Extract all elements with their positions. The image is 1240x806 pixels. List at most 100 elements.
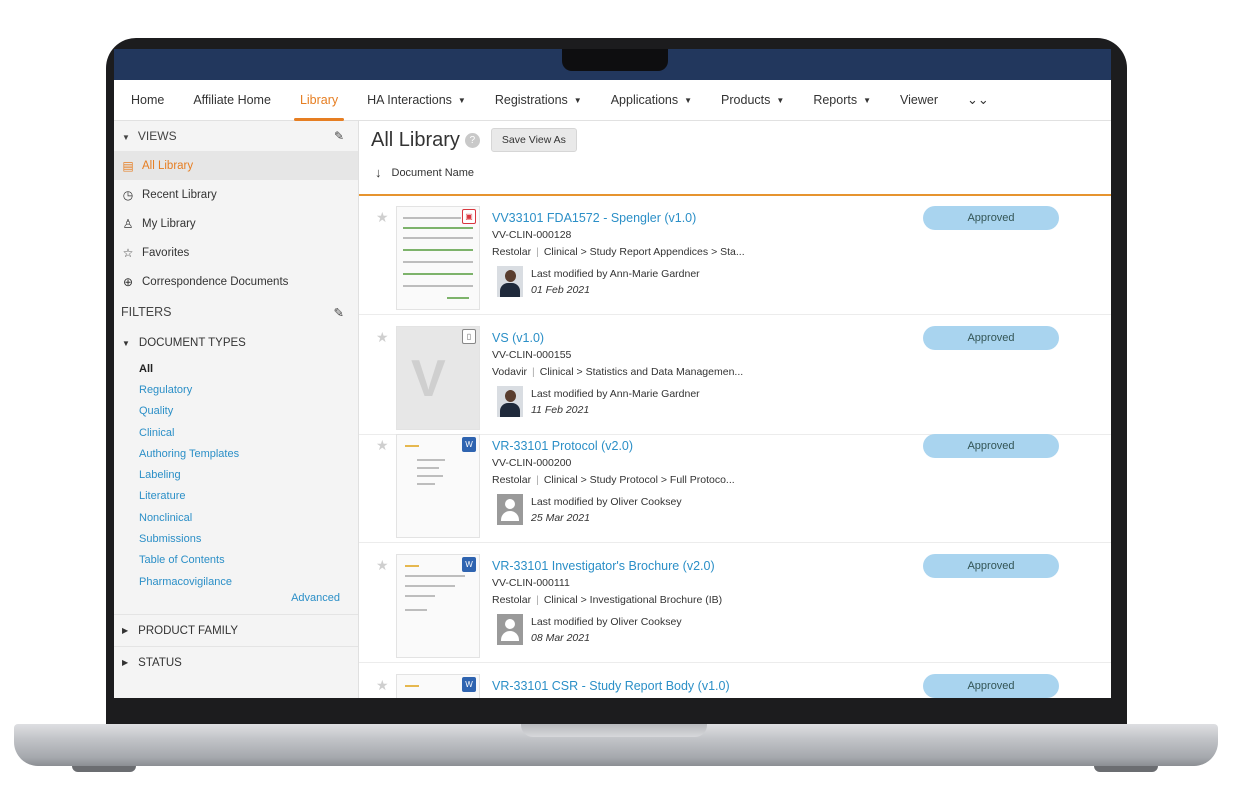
- nav-reports[interactable]: Reports ▼: [813, 80, 871, 121]
- status-badge: Approved: [923, 326, 1059, 350]
- caret-down-icon: ▼: [457, 95, 466, 105]
- document-title[interactable]: VV33101 FDA1572 - Spengler (v1.0): [492, 211, 696, 225]
- word-file-icon: W: [462, 677, 476, 692]
- filter-quality[interactable]: Quality: [114, 401, 358, 422]
- favorite-star-icon[interactable]: ★: [376, 329, 389, 346]
- document-icon: ▤: [122, 158, 134, 173]
- document-types-header[interactable]: ▼ DOCUMENT TYPES: [114, 328, 358, 358]
- document-path: Restolar | Clinical > Study Protocol > Ful…: [492, 474, 735, 486]
- modified-date: 11 Feb 2021: [531, 404, 590, 416]
- library-main: All Library ? Save View As ↓ Document Na…: [359, 121, 1111, 698]
- nav-ha-interactions[interactable]: HA Interactions ▼: [367, 80, 466, 121]
- generic-file-icon: ▯: [462, 329, 476, 344]
- nav-products[interactable]: Products ▼: [721, 80, 784, 121]
- user-icon: ♙: [122, 216, 134, 231]
- vault-logo-icon: V: [411, 350, 446, 408]
- divider: [359, 194, 1111, 196]
- double-chevron-down-icon[interactable]: ⌄⌄: [967, 80, 989, 121]
- pdf-file-icon: ▣: [462, 209, 476, 224]
- clock-icon: ◷: [122, 187, 134, 202]
- view-favorites[interactable]: ☆ Favorites: [114, 238, 358, 267]
- filter-all[interactable]: All: [114, 358, 358, 379]
- modified-by: Last modified by Ann-Marie Gardner: [531, 388, 700, 400]
- document-number: VV-CLIN-000200: [492, 457, 572, 469]
- nav-applications[interactable]: Applications ▼: [611, 80, 692, 121]
- page-header: All Library ? Save View As: [371, 128, 577, 152]
- view-recent-library[interactable]: ◷ Recent Library: [114, 180, 358, 209]
- views-header[interactable]: ▼ VIEWS ✎: [114, 121, 358, 151]
- sort-control[interactable]: ↓ Document Name: [375, 165, 474, 180]
- view-correspondence-documents[interactable]: ⊕ Correspondence Documents: [114, 267, 358, 296]
- search-doc-icon: ⊕: [122, 274, 134, 289]
- document-row[interactable]: ★ ▣ VV33101 FDA1572 - Spengler (v1.0) VV…: [359, 197, 1111, 315]
- document-thumbnail[interactable]: W: [396, 674, 480, 698]
- caret-right-icon: ▶: [122, 626, 129, 636]
- document-thumbnail[interactable]: ▣: [396, 206, 480, 310]
- avatar: [497, 386, 523, 417]
- help-icon[interactable]: ?: [464, 132, 480, 148]
- arrow-down-icon: ↓: [375, 165, 382, 180]
- document-title[interactable]: VR-33101 Protocol (v2.0): [492, 439, 633, 453]
- filter-regulatory[interactable]: Regulatory: [114, 379, 358, 400]
- advanced-link[interactable]: Advanced: [114, 592, 358, 614]
- filter-table-of-contents[interactable]: Table of Contents: [114, 550, 358, 571]
- filters-header: FILTERS ✎: [121, 305, 344, 320]
- pencil-icon[interactable]: ✎: [334, 305, 344, 320]
- favorite-star-icon[interactable]: ★: [376, 437, 389, 454]
- view-my-library[interactable]: ♙ My Library: [114, 209, 358, 238]
- caret-down-icon: ▼: [776, 95, 785, 105]
- nav-viewer[interactable]: Viewer: [900, 80, 938, 121]
- nav-library[interactable]: Library: [293, 80, 345, 121]
- document-thumbnail[interactable]: W: [396, 434, 480, 538]
- document-number: VV-CLIN-000111: [492, 577, 570, 589]
- save-view-as-button[interactable]: Save View As: [490, 128, 577, 152]
- word-file-icon: W: [462, 437, 476, 452]
- document-path: Restolar | Clinical > Investigational Broc…: [492, 594, 723, 606]
- status-badge: Approved: [923, 554, 1059, 578]
- filter-clinical[interactable]: Clinical: [114, 422, 358, 443]
- document-thumbnail[interactable]: W: [396, 554, 480, 658]
- filter-literature[interactable]: Literature: [114, 486, 358, 507]
- filter-authoring-templates[interactable]: Authoring Templates: [114, 443, 358, 464]
- document-number: VV-CLIN-000128: [492, 229, 572, 241]
- modified-by: Last modified by Ann-Marie Gardner: [531, 268, 700, 280]
- word-file-icon: W: [462, 557, 476, 572]
- caret-down-icon: ▼: [684, 95, 693, 105]
- document-title[interactable]: VR-33101 CSR - Study Report Body (v1.0): [492, 679, 730, 693]
- nav-affiliate-home[interactable]: Affiliate Home: [193, 80, 271, 121]
- laptop-foot-right: [1094, 766, 1158, 772]
- filter-nonclinical[interactable]: Nonclinical: [114, 507, 358, 528]
- favorite-star-icon[interactable]: ★: [376, 209, 389, 226]
- nav-registrations[interactable]: Registrations ▼: [495, 80, 582, 121]
- filter-pharmacovigilance[interactable]: Pharmacovigilance: [114, 571, 358, 592]
- star-icon: ☆: [122, 245, 134, 260]
- status-filter-header[interactable]: ▶ STATUS: [114, 646, 358, 678]
- laptop-foot-left: [72, 766, 136, 772]
- status-badge: Approved: [923, 674, 1059, 698]
- status-badge: Approved: [923, 434, 1059, 458]
- document-thumbnail[interactable]: V ▯: [396, 326, 480, 430]
- laptop-screen: Home Affiliate Home Library HA Interacti…: [114, 49, 1111, 698]
- document-number: VV-CLIN-000155: [492, 349, 572, 361]
- product-family-header[interactable]: ▶ PRODUCT FAMILY: [114, 614, 358, 646]
- document-title[interactable]: VS (v1.0): [492, 331, 544, 345]
- nav-home[interactable]: Home: [131, 80, 164, 121]
- caret-down-icon: ▼: [573, 95, 582, 105]
- pencil-icon[interactable]: ✎: [334, 129, 344, 143]
- document-row[interactable]: ★ W VR-33101 Investigator's Brochure (v2…: [359, 545, 1111, 663]
- document-row[interactable]: ★ V ▯ VS (v1.0) VV-CLIN-000155 Vodavir | C…: [359, 317, 1111, 435]
- document-path: Vodavir | Clinical > Statistics and Data M…: [492, 366, 744, 378]
- favorite-star-icon[interactable]: ★: [376, 677, 389, 694]
- caret-down-icon: ▼: [122, 338, 130, 348]
- filter-labeling[interactable]: Labeling: [114, 464, 358, 485]
- modified-date: 25 Mar 2021: [531, 512, 590, 524]
- document-row[interactable]: ★ W VR-33101 Protocol (v2.0) VV-CLIN-000…: [359, 425, 1111, 543]
- document-row[interactable]: ★ W VR-33101 CSR - Study Report Body (v1…: [359, 665, 1111, 698]
- camera-notch: [562, 49, 668, 71]
- document-title[interactable]: VR-33101 Investigator's Brochure (v2.0): [492, 559, 715, 573]
- filter-submissions[interactable]: Submissions: [114, 528, 358, 549]
- view-all-library[interactable]: ▤ All Library: [114, 151, 358, 180]
- document-path: Restolar | Clinical > Study Report Appendi…: [492, 246, 745, 258]
- caret-down-icon: ▼: [863, 95, 872, 105]
- favorite-star-icon[interactable]: ★: [376, 557, 389, 574]
